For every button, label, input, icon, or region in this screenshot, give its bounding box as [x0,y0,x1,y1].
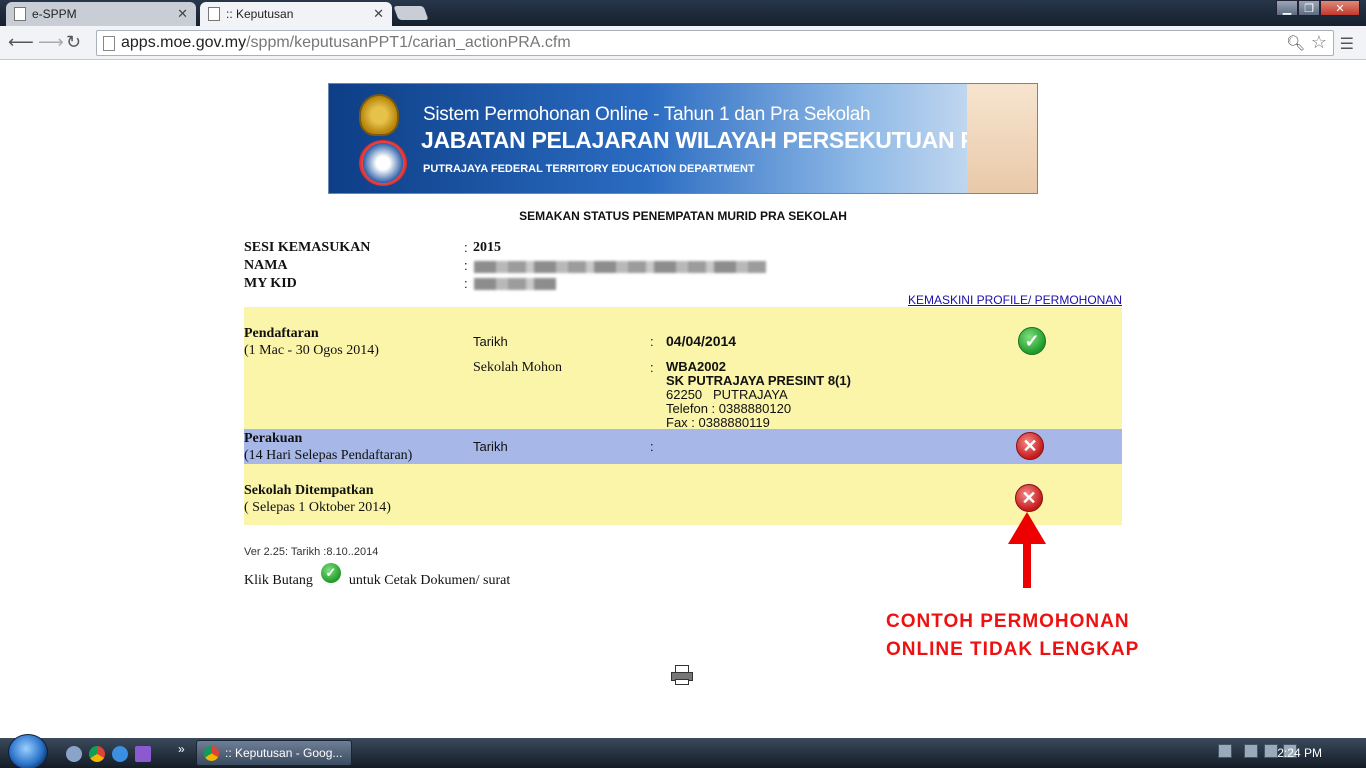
page-icon [103,36,115,51]
sekolah-fax: Fax : 0388880119 [666,415,770,430]
browser-toolbar: ⟵ ⟶ ↻ apps.moe.gov.my/sppm/keputusanPPT1… [0,26,1366,60]
sekolah-label: Sekolah Mohon [473,360,563,375]
back-icon[interactable]: ⟵ [8,32,34,53]
instruction-before: Klik Butang [244,573,313,588]
redacted-mykid [474,278,556,290]
colon: : [464,258,468,273]
tarikh-label: Tarikh [473,334,508,349]
task-label: :: Keputusan - Goog... [225,746,343,760]
minimize-icon[interactable]: ▁ [1276,0,1298,16]
red-arrow-shaft [1023,540,1031,588]
mykid-label: MY KID [244,276,297,291]
row-subtitle: ( Selepas 1 Oktober 2014) [244,500,391,515]
printer-icon[interactable] [671,665,695,685]
banner-line3: PUTRAJAYA FEDERAL TERRITORY EDUCATION DE… [423,163,755,175]
close-window-icon[interactable]: ✕ [1320,0,1360,16]
colon: : [464,276,468,291]
chevron-icon[interactable]: » [178,742,185,756]
clock[interactable]: 2:24 PM [1277,746,1322,760]
explorer-icon[interactable] [66,746,82,762]
forward-icon[interactable]: ⟶ [38,32,64,53]
row-sekolah-ditempatkan: Sekolah Ditempatkan ( Selepas 1 Oktober … [244,464,1122,525]
page-title: SEMAKAN STATUS PENEMPATAN MURID PRA SEKO… [519,209,847,223]
colon: : [650,439,654,454]
crest-logo [359,94,399,136]
close-tab-icon[interactable]: ✕ [373,6,384,22]
tab-keputusan[interactable]: :: Keputusan ✕ [200,2,392,26]
ie-icon[interactable] [112,746,128,762]
sesi-label: SESI KEMASUKAN [244,240,371,255]
redacted-name [474,261,766,273]
reload-icon[interactable]: ↻ [66,32,81,53]
sekolah-address: 62250 PUTRAJAYA [666,387,788,402]
row-subtitle: (1 Mac - 30 Ogos 2014) [244,343,379,358]
taskbar: » :: Keputusan - Goog... 2:24 PM [0,734,1366,768]
colon: : [464,240,468,255]
chrome-icon [204,746,219,761]
visual-studio-icon[interactable] [135,746,151,762]
banner-line2: JABATAN PELAJARAN WILAYAH PERSEKUTUAN PU… [421,127,1038,153]
sesi-value: 2015 [473,240,501,255]
tab-e-sppm[interactable]: e-SPPM ✕ [6,2,196,26]
tab-strip: e-SPPM ✕ :: Keputusan ✕ ▁ ❐ ✕ [0,0,1366,26]
row-title: Perakuan [244,431,303,446]
sekolah-name: SK PUTRAJAYA PRESINT 8(1) [666,373,851,388]
maximize-icon[interactable]: ❐ [1298,0,1320,16]
row-title: Sekolah Ditempatkan [244,483,374,498]
colon: : [650,360,654,375]
tray-icon[interactable] [1218,744,1232,758]
start-button[interactable] [8,734,48,768]
print-instruction: Klik Butang ✓ untuk Cetak Dokumen/ surat [244,563,510,589]
address-bar[interactable]: apps.moe.gov.my/sppm/keputusanPPT1/caria… [96,30,1334,56]
network-icon[interactable] [1264,744,1278,758]
colon: : [650,334,654,349]
chrome-icon[interactable] [89,746,105,762]
tab-title: :: Keputusan [226,7,294,21]
tarikh-label: Tarikh [473,439,508,454]
row-perakuan: Perakuan (14 Hari Selepas Pendaftaran) T… [244,429,1122,464]
annotation-line1: CONTOH PERMOHONAN [886,611,1130,632]
tarikh-value: 04/04/2014 [666,333,737,349]
version-text: Ver 2.25: Tarikh :8.10..2014 [244,546,379,558]
header-banner: Sistem Permohonan Online - Tahun 1 dan P… [328,83,1038,194]
row-pendaftaran: Pendaftaran (1 Mac - 30 Ogos 2014) Tarik… [244,307,1122,430]
bookmark-star-icon[interactable]: ☆ [1311,32,1327,53]
search-icon[interactable]: 🔍︎ [1286,34,1305,52]
sekolah-code: WBA2002 [666,359,726,374]
window-controls: ▁ ❐ ✕ [1276,0,1360,16]
banner-photo [967,84,1037,193]
taskbar-chrome-window[interactable]: :: Keputusan - Goog... [196,740,352,766]
tab-title: e-SPPM [32,7,77,21]
menu-icon[interactable]: ☰ [1340,34,1354,54]
page-icon [14,7,26,21]
update-profile-link[interactable]: KEMASKINI PROFILE/ PERMOHONAN [908,293,1122,307]
incomplete-x-icon: ✕ [1015,484,1043,512]
annotation-line2: ONLINE TIDAK LENGKAP [886,639,1140,660]
url-host: apps.moe.gov.my [121,34,247,51]
incomplete-x-icon: ✕ [1016,432,1044,460]
row-title: Pendaftaran [244,326,319,341]
url-path: /sppm/keputusanPPT1/carian_actionPRA.cfm [246,34,571,51]
page-icon [208,7,220,21]
department-logo [359,140,407,186]
new-tab-button[interactable] [393,6,429,20]
check-icon: ✓ [320,563,341,583]
close-tab-icon[interactable]: ✕ [177,6,188,22]
row-subtitle: (14 Hari Selepas Pendaftaran) [244,448,413,463]
nama-label: NAMA [244,258,288,273]
sekolah-telefon: Telefon : 0388880120 [666,401,792,416]
tray-icon[interactable] [1244,744,1258,758]
banner-line1: Sistem Permohonan Online - Tahun 1 dan P… [423,104,871,125]
instruction-after: untuk Cetak Dokumen/ surat [348,573,511,588]
print-check-icon[interactable]: ✓ [1018,327,1046,355]
